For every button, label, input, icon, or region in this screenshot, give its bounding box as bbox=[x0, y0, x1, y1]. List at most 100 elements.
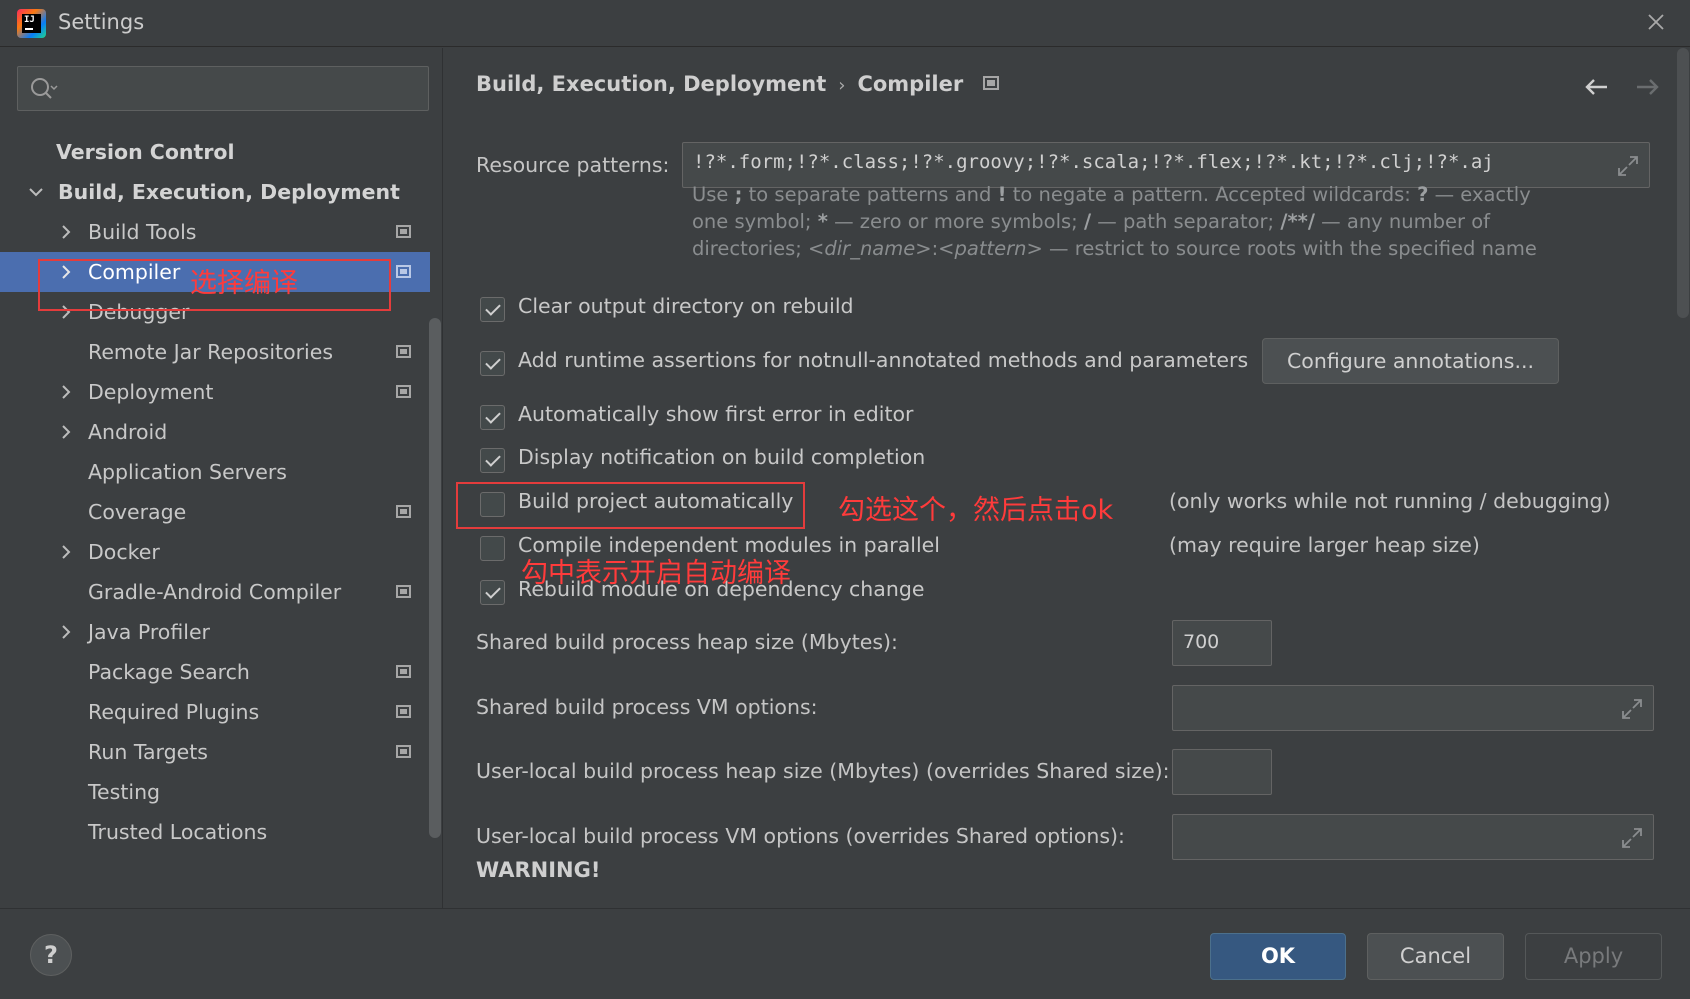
help-text-segment: Use bbox=[692, 183, 735, 206]
annotation-compiler-text: 选择编译 bbox=[190, 268, 298, 299]
help-italic-segment: <pattern> bbox=[938, 237, 1043, 260]
sidebar-item-gradle-android-compiler[interactable]: Gradle-Android Compiler bbox=[0, 572, 430, 612]
close-icon[interactable] bbox=[1640, 6, 1672, 38]
sidebar-item-label: Build Tools bbox=[88, 220, 197, 244]
sidebar-item-remote-jar-repositories[interactable]: Remote Jar Repositories bbox=[0, 332, 430, 372]
sidebar-item-testing[interactable]: Testing bbox=[0, 772, 430, 812]
help-button[interactable]: ? bbox=[30, 934, 72, 976]
ok-button[interactable]: OK bbox=[1210, 933, 1346, 980]
sidebar-item-application-servers[interactable]: Application Servers bbox=[0, 452, 430, 492]
project-level-icon bbox=[396, 505, 411, 518]
help-bold-segment: ? bbox=[1417, 183, 1429, 206]
build-auto-note: (only works while not running / debuggin… bbox=[1169, 489, 1611, 513]
sidebar-item-required-plugins[interactable]: Required Plugins bbox=[0, 692, 430, 732]
checkbox-checked[interactable] bbox=[480, 580, 505, 605]
project-level-icon bbox=[396, 705, 411, 718]
shared-vm-field[interactable] bbox=[1172, 685, 1654, 731]
intellij-app-icon: IJ bbox=[17, 9, 46, 38]
help-bold-segment: ! bbox=[997, 183, 1007, 206]
project-level-icon bbox=[396, 345, 411, 358]
checkbox-label: Display notification on build completion bbox=[518, 445, 926, 469]
expand-icon[interactable] bbox=[1621, 698, 1643, 720]
project-level-icon bbox=[396, 745, 411, 758]
sidebar-item-deployment[interactable]: Deployment bbox=[0, 372, 430, 412]
sidebar-item-label: Gradle-Android Compiler bbox=[88, 580, 342, 604]
chevron-right-icon[interactable] bbox=[58, 384, 74, 400]
sidebar-item-label: Version Control bbox=[56, 140, 235, 164]
chevron-right-icon[interactable] bbox=[58, 624, 74, 640]
checkbox-unchecked[interactable] bbox=[480, 536, 505, 561]
window-title: Settings bbox=[58, 10, 145, 34]
sidebar-item-label: Testing bbox=[88, 780, 161, 804]
search-icon bbox=[31, 78, 58, 99]
help-bold-segment: /**/ bbox=[1280, 210, 1315, 233]
sidebar-item-trusted-locations[interactable]: Trusted Locations bbox=[0, 812, 430, 852]
settings-search-box[interactable] bbox=[17, 66, 429, 111]
configure-annotations-button[interactable]: Configure annotations... bbox=[1262, 338, 1559, 384]
sidebar-item-label: Java Profiler bbox=[88, 620, 210, 644]
sidebar-item-label: Package Search bbox=[88, 660, 250, 684]
sidebar-item-label: Application Servers bbox=[88, 460, 287, 484]
shared-vm-label: Shared build process VM options: bbox=[476, 695, 818, 719]
sidebar-item-label: Build, Execution, Deployment bbox=[58, 180, 400, 204]
help-bold-segment: * bbox=[817, 210, 828, 233]
help-italic-segment: <dir_name> bbox=[808, 237, 932, 260]
cancel-button[interactable]: Cancel bbox=[1367, 933, 1504, 980]
sidebar-item-build-tools[interactable]: Build Tools bbox=[0, 212, 430, 252]
user-heap-label: User-local build process heap size (Mbyt… bbox=[476, 759, 1170, 783]
project-level-icon bbox=[983, 76, 1000, 90]
shared-heap-field[interactable]: 700 bbox=[1172, 620, 1272, 666]
settings-window: IJ Settings Version Control Build, Execu… bbox=[0, 0, 1690, 999]
chevron-down-icon[interactable] bbox=[28, 184, 44, 200]
project-level-icon bbox=[396, 385, 411, 398]
checkbox-checked[interactable] bbox=[480, 351, 505, 376]
user-heap-field[interactable] bbox=[1172, 749, 1272, 795]
parallel-note: (may require larger heap size) bbox=[1169, 533, 1480, 557]
project-level-icon bbox=[396, 585, 411, 598]
app-icon-text: IJ bbox=[22, 14, 41, 33]
resource-patterns-value: !?*.form;!?*.class;!?*.groovy;!?*.scala;… bbox=[693, 151, 1494, 173]
breadcrumb-separator: › bbox=[838, 75, 846, 96]
checkbox-checked[interactable] bbox=[480, 448, 505, 473]
help-text-segment: — restrict to source roots with the spec… bbox=[1042, 237, 1537, 260]
chevron-right-icon[interactable] bbox=[58, 544, 74, 560]
sidebar-item-version-control[interactable]: Version Control bbox=[0, 132, 430, 172]
sidebar-item-android[interactable]: Android bbox=[0, 412, 430, 452]
sidebar-scrollbar[interactable] bbox=[429, 318, 441, 838]
sidebar-item-label: Trusted Locations bbox=[88, 820, 268, 844]
sidebar-item-label: Android bbox=[88, 420, 168, 444]
sidebar-item-docker[interactable]: Docker bbox=[0, 532, 430, 572]
user-vm-field[interactable] bbox=[1172, 814, 1654, 860]
sidebar-item-build-execution-deployment[interactable]: Build, Execution, Deployment bbox=[0, 172, 430, 212]
help-text-segment: — path separator; bbox=[1091, 210, 1281, 233]
breadcrumb: Build, Execution, Deployment › Compiler bbox=[476, 72, 1000, 96]
sidebar-item-java-profiler[interactable]: Java Profiler bbox=[0, 612, 430, 652]
checkbox-checked[interactable] bbox=[480, 297, 505, 322]
expand-icon[interactable] bbox=[1617, 155, 1639, 177]
project-level-icon bbox=[396, 265, 411, 278]
back-arrow-icon[interactable] bbox=[1579, 70, 1613, 104]
breadcrumb-current: Compiler bbox=[857, 72, 964, 96]
forward-arrow-icon[interactable] bbox=[1631, 70, 1665, 104]
sidebar-item-label: Deployment bbox=[88, 380, 214, 404]
compiler-settings-panel: Build, Execution, Deployment › Compiler Re… bbox=[444, 48, 1690, 908]
resource-patterns-help: Use ; to separate patterns and ! to nega… bbox=[692, 181, 1572, 262]
sidebar-item-coverage[interactable]: Coverage bbox=[0, 492, 430, 532]
checkbox-checked[interactable] bbox=[480, 405, 505, 430]
dialog-footer: ? OK Cancel Apply bbox=[0, 908, 1690, 999]
sidebar-item-label: Coverage bbox=[88, 500, 187, 524]
sidebar-item-label: Required Plugins bbox=[88, 700, 260, 724]
sidebar-item-run-targets[interactable]: Run Targets bbox=[0, 732, 430, 772]
content-scrollbar[interactable] bbox=[1677, 48, 1689, 318]
sidebar-item-package-search[interactable]: Package Search bbox=[0, 652, 430, 692]
settings-search-input[interactable] bbox=[68, 71, 418, 106]
chevron-right-icon[interactable] bbox=[58, 424, 74, 440]
help-text-segment: — zero or more symbols; bbox=[827, 210, 1084, 233]
project-level-icon bbox=[396, 665, 411, 678]
annotation-highlight-build-automatically bbox=[456, 482, 805, 529]
checkbox-label: Automatically show first error in editor bbox=[518, 402, 914, 426]
expand-icon[interactable] bbox=[1621, 827, 1643, 849]
chevron-right-icon[interactable] bbox=[58, 224, 74, 240]
apply-button[interactable]: Apply bbox=[1525, 933, 1662, 980]
sidebar-item-label: Run Targets bbox=[88, 740, 208, 764]
